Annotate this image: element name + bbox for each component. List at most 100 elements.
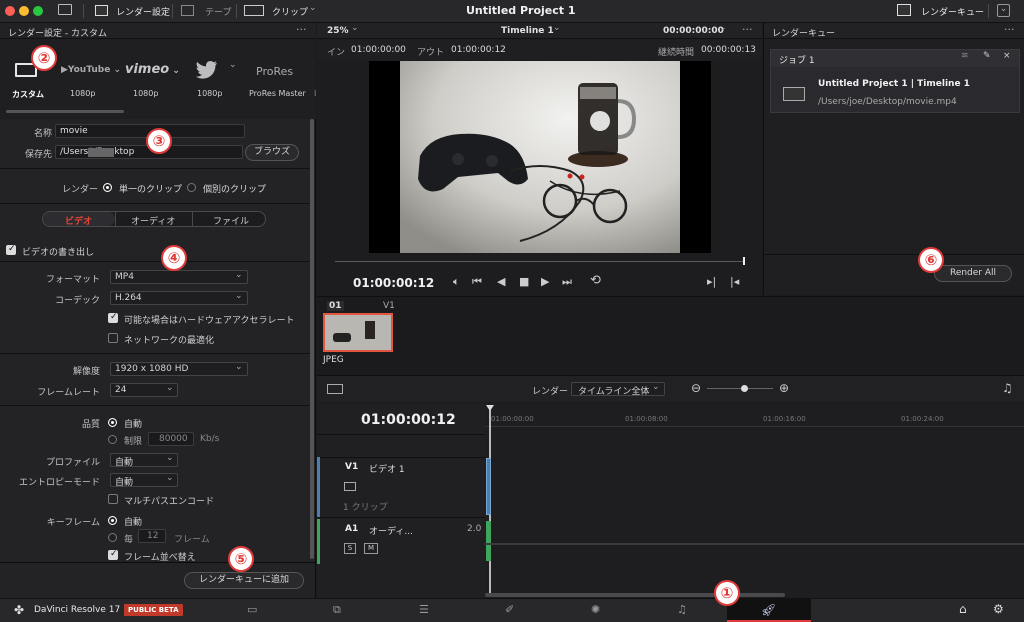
expand-menu-icon[interactable]: ⌄ [997, 4, 1010, 17]
mute-button[interactable]: M [364, 543, 378, 554]
individual-clips-label[interactable]: 個別のクリップ [203, 182, 266, 195]
skip-to-end-icon[interactable]: ⏭︎ [562, 275, 572, 289]
add-to-render-queue-button[interactable]: レンダーキューに追加 [184, 572, 304, 589]
viewer-timecode[interactable]: 00:00:00:00 [663, 26, 724, 36]
browse-button[interactable]: ブラウズ [245, 144, 299, 161]
keyframe-every-label[interactable]: 毎 [124, 532, 133, 545]
timeline-ruler[interactable]: 01:00:00:00 01:00:08:00 01:00:16:00 01:0… [485, 403, 1024, 427]
tab-audio[interactable]: オーディオ [131, 214, 175, 227]
media-page-icon[interactable]: ▭ [247, 603, 257, 616]
individual-clips-radio[interactable] [187, 183, 196, 192]
render-all-button[interactable]: Render All [934, 265, 1012, 282]
network-opt-checkbox[interactable] [108, 333, 118, 343]
gear-icon[interactable]: ⚙ [993, 602, 1004, 616]
preset-twitter-label[interactable]: 1080p [197, 89, 222, 98]
a1-name[interactable]: オーディ... [369, 524, 413, 537]
preset-custom-label[interactable]: カスタム [12, 89, 44, 100]
network-opt-label[interactable]: ネットワークの最適化 [124, 333, 214, 346]
profile-dropdown[interactable]: 自動 ⌄ [110, 453, 178, 468]
zoom-slider-handle[interactable] [741, 385, 748, 392]
skip-to-start-icon[interactable]: ⏮︎ [472, 275, 482, 289]
twitter-icon[interactable] [196, 61, 218, 79]
tab-file[interactable]: ファイル [213, 214, 249, 227]
render-range-dropdown[interactable]: タイムライン全体 ⌄ [571, 382, 665, 397]
more-options-icon[interactable]: ··· [1004, 23, 1015, 36]
quality-auto-label[interactable]: 自動 [124, 417, 142, 430]
minimize-window-button[interactable] [19, 6, 29, 16]
resolution-dropdown[interactable]: 1920 x 1080 HD ⌄ [110, 362, 248, 376]
preset-youtube-label[interactable]: 1080p [70, 89, 95, 98]
codec-dropdown[interactable]: H.264 ⌄ [110, 291, 248, 305]
prev-frame-icon[interactable]: |◂ [730, 275, 739, 288]
settings-scrollbar[interactable] [310, 119, 314, 559]
framerate-dropdown[interactable]: 24 ⌄ [110, 383, 178, 397]
remote-icon[interactable]: ≋ [961, 51, 969, 61]
preset-vimeo-label[interactable]: 1080p [133, 89, 158, 98]
preset-prores-label[interactable]: ProRes Master [249, 89, 306, 98]
more-options-icon[interactable]: ··· [742, 23, 753, 36]
format-dropdown[interactable]: MP4 ⌄ [110, 270, 248, 284]
vimeo-icon[interactable]: vimeo ⌄ [125, 62, 180, 77]
edit-page-icon[interactable]: ☰ [419, 603, 429, 616]
quality-auto-radio[interactable] [108, 418, 117, 427]
monitor-icon[interactable] [58, 4, 72, 15]
music-note-icon[interactable]: ♫ [1002, 381, 1013, 395]
next-frame-icon[interactable]: ▸| [707, 275, 716, 288]
bitrate-input[interactable]: 80000 [148, 432, 194, 446]
export-video-checkbox[interactable] [6, 244, 16, 255]
frame-reorder-checkbox[interactable] [108, 549, 118, 560]
solo-button[interactable]: S [344, 543, 356, 554]
zoom-out-icon[interactable]: ⊖ [691, 381, 701, 395]
stop-icon[interactable]: ■ [519, 275, 529, 288]
home-icon[interactable]: ⌂ [959, 602, 967, 616]
quality-limit-radio[interactable] [108, 435, 117, 444]
hw-accel-label[interactable]: 可能な場合はハードウェアアクセラレート [124, 313, 295, 326]
clip-dropdown[interactable]: クリップ [272, 5, 308, 18]
cut-page-icon[interactable]: ⧉ [333, 603, 341, 617]
volume-icon[interactable]: 🔈︎ [453, 275, 460, 289]
loop-icon[interactable]: ⟲ [590, 273, 601, 288]
close-icon[interactable]: × [1003, 51, 1011, 61]
timeline-selector[interactable]: Timeline 1 [501, 26, 554, 36]
clip-thumbnail[interactable] [323, 313, 393, 352]
hw-accel-checkbox[interactable] [108, 312, 118, 323]
timeline-scrollbar[interactable] [485, 593, 785, 597]
audio-clip[interactable] [486, 521, 491, 561]
keyframe-auto-radio[interactable] [108, 516, 117, 525]
playhead[interactable] [743, 257, 745, 265]
multipass-checkbox[interactable] [108, 494, 118, 504]
entropy-dropdown[interactable]: 自動 ⌄ [110, 473, 178, 488]
video-clip[interactable] [486, 458, 491, 515]
keyframe-interval-input[interactable]: 12 [138, 529, 166, 543]
single-clip-label[interactable]: 単一のクリップ [119, 182, 182, 195]
preset-scrollbar[interactable] [6, 110, 124, 113]
youtube-icon[interactable]: ▶YouTube ⌄ [61, 65, 121, 75]
play-icon[interactable]: ▶ [541, 275, 549, 288]
prores-icon[interactable]: ProRes [256, 65, 293, 78]
render-settings-toggle[interactable]: レンダー設定 [116, 5, 170, 18]
fairlight-page-icon[interactable]: ♫ [677, 603, 687, 616]
zoom-dropdown[interactable]: 25% [327, 26, 349, 36]
multipass-label[interactable]: マルチパスエンコード [124, 494, 214, 507]
more-presets-indicator[interactable]: I [314, 89, 316, 98]
color-page-icon[interactable]: ✺ [591, 603, 600, 616]
more-options-icon[interactable]: ··· [296, 23, 307, 36]
v1-name[interactable]: ビデオ 1 [369, 462, 405, 475]
edit-icon[interactable]: ✎ [983, 51, 991, 61]
timeline-options-icon[interactable] [327, 384, 343, 394]
track-monitor-icon[interactable] [344, 482, 356, 491]
single-clip-radio[interactable] [103, 183, 112, 192]
keyframe-auto-label[interactable]: 自動 [124, 515, 142, 528]
zoom-slider[interactable] [707, 388, 773, 389]
zoom-in-icon[interactable]: ⊕ [779, 381, 789, 395]
scrub-bar[interactable] [335, 261, 745, 262]
zoom-window-button[interactable] [33, 6, 43, 16]
quality-limit-label[interactable]: 制限 [124, 434, 142, 447]
job-card[interactable]: ジョブ 1 ≋ ✎ × Untitled Project 1 | Timelin… [770, 49, 1020, 113]
tab-video[interactable]: ビデオ [43, 212, 115, 227]
fusion-page-icon[interactable]: ✐ [505, 603, 514, 616]
tape-toggle[interactable]: テープ [205, 5, 231, 18]
deliver-page-tab[interactable]: 🚀︎ [727, 599, 811, 622]
close-window-button[interactable] [5, 6, 15, 16]
play-reverse-icon[interactable]: ◀ [497, 275, 505, 288]
